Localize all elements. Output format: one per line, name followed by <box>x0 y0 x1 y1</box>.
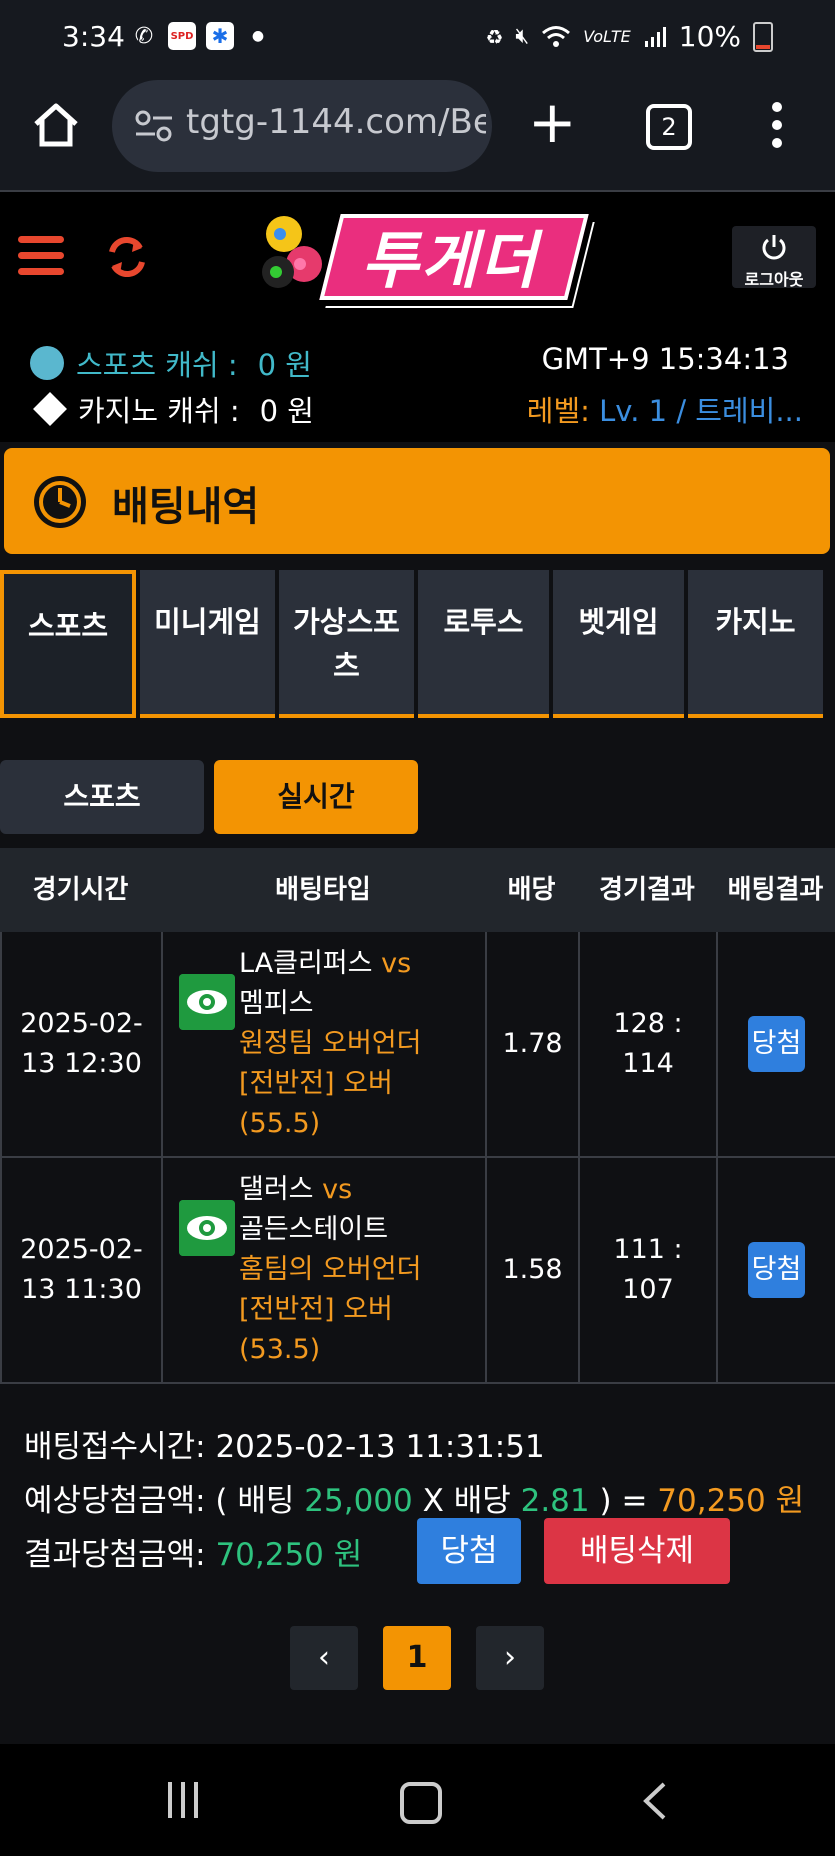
table-row: 2025-02- 13 11:30 댈러스 vs 골든스테이트 홈팀의 오버언더 … <box>0 1158 835 1384</box>
tab-virtual-sports[interactable]: 가상스포 츠 <box>279 570 414 718</box>
home-team: LA클리퍼스 <box>239 948 373 979</box>
bet-type-cell: 댈러스 vs 골든스테이트 홈팀의 오버언더 [전반전] 오버 (53.5) <box>161 1158 485 1382</box>
x-odds-label: X 배당 <box>422 1483 511 1519</box>
eye-icon[interactable] <box>179 1200 235 1256</box>
bet-pick: [전반전] 오버 <box>239 1068 393 1099</box>
category-tabs: 스포츠 미니게임 가상스포 츠 로투스 벳게임 카지노 <box>0 570 835 726</box>
site-settings-icon[interactable] <box>134 108 174 144</box>
total-odds: 2.81 <box>520 1483 590 1519</box>
battery-icon <box>753 21 773 52</box>
table-header: 경기시간 배팅타입 배당 경기결과 배팅결과 <box>0 848 835 932</box>
match-time: 2025-02- 13 11:30 <box>0 1158 161 1382</box>
logout-label: 로그아웃 <box>744 270 804 289</box>
home-team: 댈러스 <box>239 1174 314 1205</box>
tab-casino[interactable]: 카지노 <box>688 570 823 718</box>
bet-type-cell: LA클리퍼스 vs 멤피스 원정팀 오버언더 [전반전] 오버 (55.5) <box>161 932 485 1156</box>
current-page-button[interactable]: 1 <box>383 1626 451 1690</box>
next-page-button[interactable]: › <box>476 1626 544 1690</box>
col-header-result: 배팅결과 <box>727 875 824 905</box>
page-title: 배팅내역 <box>112 484 260 530</box>
status-badge: 당첨 <box>747 1242 806 1298</box>
bet-amount: 25,000 <box>304 1483 413 1519</box>
casino-cash-value: 0 원 <box>259 394 314 428</box>
away-team: 골든스테이트 <box>239 1214 389 1245</box>
tab-sports[interactable]: 스포츠 <box>0 570 136 718</box>
odds-value: 1.58 <box>485 1158 578 1382</box>
casino-cash-label: 카지노 캐쉬 : <box>78 394 240 428</box>
bet-history-table: 경기시간 배팅타입 배당 경기결과 배팅결과 2025-02- 13 12:30 … <box>0 848 835 1384</box>
result-payout-label: 결과당첨금액: <box>24 1537 206 1573</box>
site-logo[interactable]: 투게더 <box>330 210 570 300</box>
status-badge: 당첨 <box>747 1016 806 1072</box>
tab-lotus[interactable]: 로투스 <box>418 570 549 718</box>
eye-icon[interactable] <box>179 974 235 1030</box>
bet-pick: [전반전] 오버 <box>239 1294 393 1325</box>
result-payout-value: 70,250 원 <box>215 1537 363 1573</box>
win-status-button[interactable]: 당첨 <box>417 1518 521 1584</box>
received-time-value: 2025-02-13 11:31:51 <box>215 1429 545 1465</box>
missed-call-icon: ✆ <box>134 23 154 49</box>
more-menu-icon[interactable] <box>770 100 784 150</box>
bet-market: 원정팀 오버언더 <box>239 1028 422 1059</box>
url-text[interactable]: tgtg-1144.com/Be <box>186 102 486 142</box>
table-row: 2025-02- 13 12:30 LA클리퍼스 vs 멤피스 원정팀 오버언더 … <box>0 932 835 1158</box>
expected-payout: 70,250 원 <box>657 1483 805 1519</box>
section-header: 배팅내역 <box>4 448 830 554</box>
site-header: 투게더 로그아웃 <box>0 192 835 312</box>
bet-market: 홈팀의 오버언더 <box>239 1254 422 1285</box>
col-header-odds: 배당 <box>507 875 556 905</box>
signal-icon <box>644 26 666 47</box>
bet-line: (55.5) <box>239 1108 321 1139</box>
sports-cash-value: 0 원 <box>257 348 312 382</box>
back-icon[interactable] <box>640 1782 670 1820</box>
diamond-icon <box>33 392 67 426</box>
battery-percent: 10% <box>678 20 741 53</box>
subtab-sports[interactable]: 스포츠 <box>0 760 204 834</box>
system-nav-bar <box>0 1744 835 1856</box>
notification-dot-icon: ● <box>251 28 265 44</box>
tab-minigame[interactable]: 미니게임 <box>140 570 275 718</box>
refresh-icon[interactable] <box>104 234 150 280</box>
match-score: 128 :114 <box>578 932 716 1156</box>
address-bar[interactable]: tgtg-1144.com/Be <box>112 80 492 172</box>
recent-apps-icon[interactable] <box>168 1782 208 1820</box>
tab-betgame[interactable]: 벳게임 <box>553 570 684 718</box>
away-team: 멤피스 <box>239 988 314 1019</box>
new-tab-button[interactable]: + <box>528 93 577 151</box>
browser-toolbar: tgtg-1144.com/Be + 2 <box>0 76 835 192</box>
match-score: 111 :107 <box>578 1158 716 1382</box>
server-clock: GMT+9 15:34:13 <box>541 342 789 376</box>
home-icon[interactable] <box>30 100 82 152</box>
menu-icon[interactable] <box>18 236 64 284</box>
mute-icon: 🔇︎ <box>515 24 530 49</box>
received-time-label: 배팅접수시간: <box>24 1429 206 1465</box>
account-info: 스포츠 캐쉬 : 0 원 카지노 캐쉬 : 0 원 GMT+9 15:34:13… <box>0 312 835 442</box>
odds-value: 1.78 <box>485 932 578 1156</box>
delete-bet-button[interactable]: 배팅삭제 <box>544 1518 730 1584</box>
tab-switcher-button[interactable]: 2 <box>646 104 692 150</box>
battery-saver-icon: ♻ <box>485 24 504 49</box>
status-time: 3:34 <box>62 20 125 53</box>
expected-label: 예상당첨금액: ( 배팅 <box>24 1483 295 1519</box>
logout-button[interactable]: 로그아웃 <box>732 226 816 289</box>
level-label: 레벨: <box>526 394 590 428</box>
bet-line: (53.5) <box>239 1334 321 1365</box>
wifi-icon <box>542 25 571 47</box>
status-bar: 3:34 ✆ SPD ✱ ● ♻ 🔇︎ VoLTE 10% <box>0 0 835 76</box>
col-header-bet-type: 배팅타입 <box>275 875 371 905</box>
match-time: 2025-02- 13 12:30 <box>0 932 161 1156</box>
subtab-live[interactable]: 실시간 <box>214 760 418 834</box>
col-header-score: 경기결과 <box>599 875 695 905</box>
col-header-time: 경기시간 <box>32 875 129 905</box>
level-value[interactable]: Lv. 1 / 트레비... <box>599 394 803 428</box>
medical-app-icon: ✱ <box>206 22 234 50</box>
volte-icon: VoLTE <box>583 27 631 46</box>
power-icon <box>762 235 786 260</box>
prev-page-button[interactable]: ‹ <box>290 1626 358 1690</box>
history-clock-icon <box>34 476 86 528</box>
sports-cash-label: 스포츠 캐쉬 : <box>76 348 238 382</box>
home-nav-icon[interactable] <box>400 1782 442 1824</box>
speed-app-icon: SPD <box>168 22 196 50</box>
soccer-ball-icon <box>30 346 64 380</box>
